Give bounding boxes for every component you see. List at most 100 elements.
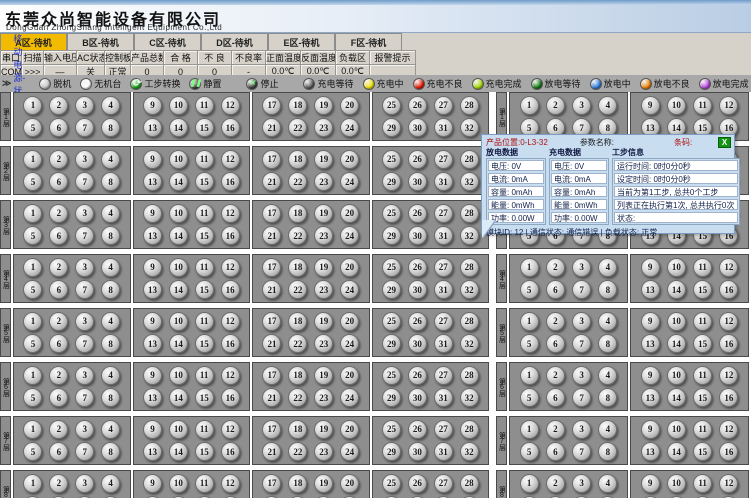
battery-slot[interactable]: 2 bbox=[49, 204, 68, 223]
battery-slot[interactable]: 14 bbox=[667, 442, 686, 461]
battery-slot[interactable]: 23 bbox=[314, 172, 333, 191]
battery-slot[interactable]: 17 bbox=[262, 150, 281, 169]
battery-slot[interactable]: 26 bbox=[408, 420, 427, 439]
battery-slot[interactable]: 13 bbox=[641, 280, 660, 299]
battery-slot[interactable]: 28 bbox=[460, 150, 479, 169]
battery-slot[interactable]: 23 bbox=[314, 280, 333, 299]
battery-slot[interactable]: 5 bbox=[23, 226, 42, 245]
battery-slot[interactable]: 9 bbox=[143, 366, 162, 385]
battery-slot[interactable]: 7 bbox=[75, 172, 94, 191]
battery-slot[interactable]: 6 bbox=[546, 388, 565, 407]
battery-slot[interactable]: 10 bbox=[667, 96, 686, 115]
battery-slot[interactable]: 7 bbox=[75, 118, 94, 137]
battery-slot[interactable]: 9 bbox=[641, 474, 660, 493]
battery-slot[interactable]: 10 bbox=[667, 312, 686, 331]
battery-slot[interactable]: 19 bbox=[314, 96, 333, 115]
battery-slot[interactable]: 21 bbox=[262, 442, 281, 461]
battery-slot[interactable]: 4 bbox=[101, 474, 120, 493]
battery-slot[interactable]: 2 bbox=[49, 420, 68, 439]
battery-slot[interactable]: 27 bbox=[434, 150, 453, 169]
battery-slot[interactable]: 2 bbox=[49, 96, 68, 115]
battery-slot[interactable]: 10 bbox=[667, 420, 686, 439]
battery-slot[interactable]: 1 bbox=[23, 150, 42, 169]
battery-slot[interactable]: 14 bbox=[169, 172, 188, 191]
battery-slot[interactable]: 20 bbox=[340, 420, 359, 439]
battery-slot[interactable]: 20 bbox=[340, 150, 359, 169]
battery-slot[interactable]: 4 bbox=[101, 312, 120, 331]
battery-slot[interactable]: 11 bbox=[195, 366, 214, 385]
battery-slot[interactable]: 32 bbox=[460, 226, 479, 245]
battery-slot[interactable]: 7 bbox=[572, 388, 591, 407]
battery-slot[interactable]: 13 bbox=[641, 334, 660, 353]
battery-slot[interactable]: 1 bbox=[520, 420, 539, 439]
battery-slot[interactable]: 24 bbox=[340, 442, 359, 461]
battery-slot[interactable]: 20 bbox=[340, 96, 359, 115]
battery-slot[interactable]: 3 bbox=[572, 366, 591, 385]
battery-slot[interactable]: 16 bbox=[221, 442, 240, 461]
battery-slot[interactable]: 3 bbox=[75, 258, 94, 277]
battery-slot[interactable]: 21 bbox=[262, 226, 281, 245]
battery-slot[interactable]: 23 bbox=[314, 442, 333, 461]
battery-slot[interactable]: 17 bbox=[262, 204, 281, 223]
battery-slot[interactable]: 19 bbox=[314, 258, 333, 277]
battery-slot[interactable]: 10 bbox=[169, 96, 188, 115]
battery-slot[interactable]: 29 bbox=[382, 388, 401, 407]
battery-slot[interactable]: 32 bbox=[460, 388, 479, 407]
battery-slot[interactable]: 29 bbox=[382, 226, 401, 245]
battery-slot[interactable]: 10 bbox=[667, 258, 686, 277]
battery-slot[interactable]: 31 bbox=[434, 118, 453, 137]
battery-slot[interactable]: 18 bbox=[288, 204, 307, 223]
battery-slot[interactable]: 1 bbox=[520, 474, 539, 493]
battery-slot[interactable]: 19 bbox=[314, 366, 333, 385]
battery-slot[interactable]: 8 bbox=[101, 280, 120, 299]
battery-slot[interactable]: 1 bbox=[23, 96, 42, 115]
battery-slot[interactable]: 5 bbox=[23, 280, 42, 299]
battery-slot[interactable]: 20 bbox=[340, 366, 359, 385]
battery-slot[interactable]: 18 bbox=[288, 312, 307, 331]
battery-slot[interactable]: 28 bbox=[460, 366, 479, 385]
battery-slot[interactable]: 11 bbox=[195, 204, 214, 223]
battery-slot[interactable]: 4 bbox=[101, 366, 120, 385]
battery-slot[interactable]: 11 bbox=[693, 366, 712, 385]
battery-slot[interactable]: 5 bbox=[23, 442, 42, 461]
battery-slot[interactable]: 3 bbox=[572, 312, 591, 331]
battery-slot[interactable]: 21 bbox=[262, 388, 281, 407]
battery-slot[interactable]: 30 bbox=[408, 442, 427, 461]
battery-slot[interactable]: 13 bbox=[641, 388, 660, 407]
battery-slot[interactable]: 5 bbox=[520, 442, 539, 461]
battery-slot[interactable]: 6 bbox=[49, 442, 68, 461]
battery-slot[interactable]: 11 bbox=[693, 474, 712, 493]
battery-slot[interactable]: 26 bbox=[408, 258, 427, 277]
battery-slot[interactable]: 2 bbox=[546, 258, 565, 277]
battery-slot[interactable]: 25 bbox=[382, 258, 401, 277]
battery-slot[interactable]: 16 bbox=[719, 280, 738, 299]
battery-slot[interactable]: 12 bbox=[719, 312, 738, 331]
battery-slot[interactable]: 8 bbox=[101, 334, 120, 353]
battery-slot[interactable]: 30 bbox=[408, 280, 427, 299]
battery-slot[interactable]: 18 bbox=[288, 96, 307, 115]
battery-slot[interactable]: 3 bbox=[75, 96, 94, 115]
battery-slot[interactable]: 25 bbox=[382, 204, 401, 223]
battery-slot[interactable]: 29 bbox=[382, 442, 401, 461]
battery-slot[interactable]: 7 bbox=[75, 388, 94, 407]
battery-slot[interactable]: 15 bbox=[195, 388, 214, 407]
battery-slot[interactable]: 12 bbox=[221, 366, 240, 385]
battery-slot[interactable]: 1 bbox=[520, 312, 539, 331]
battery-slot[interactable]: 8 bbox=[598, 334, 617, 353]
battery-slot[interactable]: 5 bbox=[520, 280, 539, 299]
battery-slot[interactable]: 5 bbox=[23, 118, 42, 137]
battery-slot[interactable]: 2 bbox=[49, 366, 68, 385]
battery-slot[interactable]: 4 bbox=[598, 420, 617, 439]
battery-slot[interactable]: 26 bbox=[408, 474, 427, 493]
battery-slot[interactable]: 2 bbox=[546, 312, 565, 331]
battery-slot[interactable]: 9 bbox=[641, 420, 660, 439]
battery-slot[interactable]: 10 bbox=[169, 204, 188, 223]
battery-slot[interactable]: 4 bbox=[598, 258, 617, 277]
battery-slot[interactable]: 22 bbox=[288, 334, 307, 353]
battery-slot[interactable]: 15 bbox=[195, 442, 214, 461]
battery-slot[interactable]: 15 bbox=[195, 118, 214, 137]
battery-slot[interactable]: 1 bbox=[23, 366, 42, 385]
battery-slot[interactable]: 1 bbox=[23, 258, 42, 277]
battery-slot[interactable]: 22 bbox=[288, 388, 307, 407]
battery-slot[interactable]: 21 bbox=[262, 172, 281, 191]
